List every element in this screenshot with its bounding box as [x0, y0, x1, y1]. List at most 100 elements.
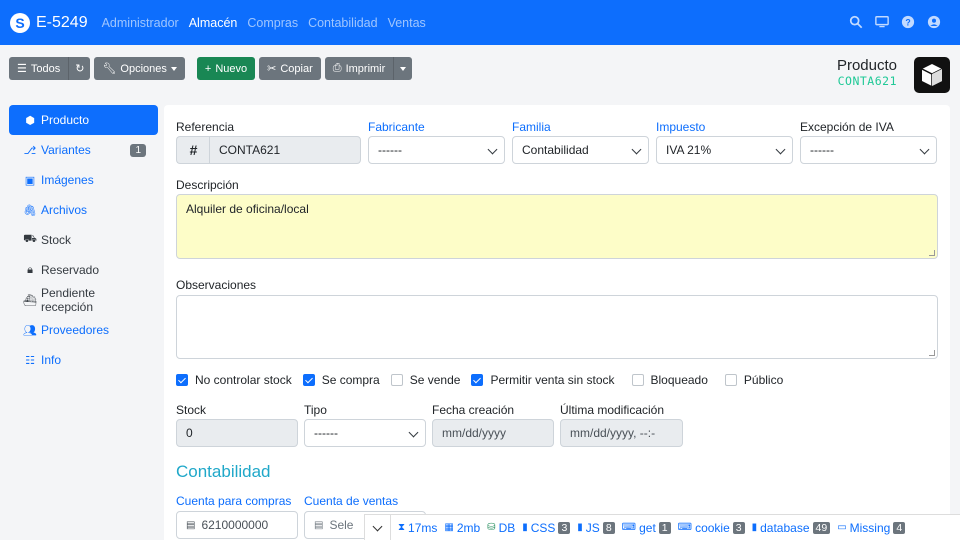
impuesto-select[interactable]: IVA 21%: [656, 136, 793, 164]
stock-input[interactable]: 0: [176, 419, 298, 447]
sidebar-item-label: Stock: [41, 233, 72, 247]
print-button[interactable]: ⎙ Imprimir: [324, 57, 394, 80]
debug-bar: ⧗ 17ms ▦ 2mb ⛁ DB ▮ CSS 3 ▮ JS 8 ⌨ get 1 ⌨ cookie 3…: [364, 514, 960, 540]
sidebar-item-pendiente-recepcion[interactable]: ⛴ Pendiente recepción: [9, 285, 158, 315]
familia-select[interactable]: Contabilidad: [512, 136, 649, 164]
print-dropdown-button[interactable]: [393, 57, 413, 80]
tipo-select[interactable]: ------: [304, 419, 426, 447]
referencia-input[interactable]: CONTA621: [209, 136, 361, 164]
debug-count: 8: [602, 521, 615, 534]
sidebar-item-producto[interactable]: ⬢ Producto: [9, 105, 158, 135]
descripcion-textarea[interactable]: Alquiler de oficina/local: [176, 194, 938, 259]
excepcion-iva-select[interactable]: ------: [800, 136, 937, 164]
debug-count: 4: [893, 521, 906, 534]
printer-icon: ⎙: [332, 62, 342, 74]
observaciones-textarea[interactable]: [176, 295, 938, 359]
nav-link-contabilidad[interactable]: Contabilidad: [308, 16, 378, 30]
checkbox-permitir-venta-sin-stock[interactable]: Permitir venta sin stock: [471, 373, 615, 387]
checkbox-label: Se vende: [409, 373, 461, 387]
debug-label: JS: [585, 520, 600, 535]
checkbox-box[interactable]: [631, 374, 644, 386]
checkbox-box[interactable]: [176, 374, 188, 386]
debug-item-db[interactable]: ⛁ DB: [487, 521, 515, 535]
debug-label: cookie: [695, 520, 730, 535]
users-icon: 👥︎: [23, 324, 37, 337]
wrench-icon: 🔧︎: [102, 63, 117, 75]
sidebar-item-info[interactable]: ☷ Info: [9, 345, 158, 375]
variants-icon: ⎇: [23, 144, 37, 157]
all-button[interactable]: ☰ Todos: [9, 57, 69, 80]
cuenta-ventas-label[interactable]: Cuenta de ventas: [304, 494, 398, 508]
cuenta-compras-select[interactable]: ▤ 6210000000: [176, 511, 298, 539]
checkbox-no-controlar-stock[interactable]: No controlar stock: [176, 373, 292, 387]
brand[interactable]: S E-5249: [10, 12, 88, 33]
help-icon[interactable]: ?: [900, 14, 916, 30]
debug-label: get: [639, 520, 656, 535]
copy-label: Copiar: [280, 62, 313, 75]
ultima-modificacion-label: Última modificación: [560, 403, 665, 417]
search-icon[interactable]: [848, 14, 864, 30]
debug-item-database[interactable]: ▮ database 49: [752, 521, 831, 535]
sidebar-item-stock[interactable]: ⛟ Stock: [9, 225, 158, 255]
checkbox-box[interactable]: [390, 374, 403, 386]
chevron-down-icon: [919, 144, 930, 155]
debug-item-time[interactable]: ⧗ 17ms: [398, 521, 437, 535]
debug-toggle-button[interactable]: [365, 514, 391, 540]
checkbox-bloqueado[interactable]: Bloqueado: [631, 373, 708, 387]
ultima-modificacion-input[interactable]: mm/dd/yyyy, --:-: [560, 419, 683, 447]
excepcion-iva-value: ------: [810, 143, 834, 157]
resize-handle[interactable]: [929, 250, 935, 256]
top-navbar: S E-5249 Administrador Almacén Compras C…: [0, 0, 960, 45]
chevron-down-icon: [408, 427, 419, 438]
hash-addon: #: [176, 136, 210, 164]
checkbox-box[interactable]: [302, 374, 315, 386]
images-icon: ▣: [24, 174, 36, 187]
sidebar-item-variantes[interactable]: ⎇ Variantes 1: [9, 135, 158, 165]
debug-count: 49: [812, 521, 831, 534]
toolbar: ☰ Todos ↻ 🔧︎ Opciones + Nuevo ✂ Copiar ⎙…: [9, 57, 413, 80]
cuenta-compras-label[interactable]: Cuenta para compras: [176, 494, 291, 508]
sidebar-item-reservado[interactable]: 🔒︎ Reservado: [9, 255, 158, 285]
checkbox-label: No controlar stock: [195, 373, 292, 387]
app-title: E-5249: [36, 13, 88, 31]
all-button-group: ☰ Todos ↻: [9, 57, 91, 80]
options-button[interactable]: 🔧︎ Opciones: [94, 57, 185, 80]
checkbox-publico[interactable]: Público: [724, 373, 783, 387]
checkbox-box[interactable]: [471, 374, 484, 386]
refresh-button[interactable]: ↻: [68, 57, 91, 80]
checkbox-box[interactable]: [724, 374, 737, 386]
copy-button[interactable]: ✂ Copiar: [259, 57, 321, 80]
fecha-creacion-input[interactable]: mm/dd/yyyy: [432, 419, 554, 447]
checkbox-se-vende[interactable]: Se vende: [390, 373, 461, 387]
nav-link-compras[interactable]: Compras: [247, 16, 298, 30]
caret-down-icon: [400, 66, 407, 71]
debug-item-js[interactable]: ▮ JS 8: [577, 520, 615, 535]
debug-item-memory[interactable]: ▦ 2mb: [444, 521, 480, 535]
new-button[interactable]: + Nuevo: [196, 57, 256, 80]
fabricante-label[interactable]: Fabricante: [368, 120, 425, 134]
debug-item-missing[interactable]: ▭ Missing 4: [837, 521, 906, 535]
fabricante-select[interactable]: ------: [368, 136, 505, 164]
debug-item-css[interactable]: ▮ CSS 3: [522, 521, 571, 535]
nav-link-administrador[interactable]: Administrador: [102, 16, 179, 30]
debug-item-get[interactable]: ⌨ get 1: [622, 521, 671, 535]
sidebar-item-archivos[interactable]: 🖇︎ Archivos: [9, 195, 158, 225]
impuesto-value: IVA 21%: [666, 143, 712, 157]
user-icon[interactable]: [926, 14, 942, 30]
sidebar-item-proveedores[interactable]: 👥︎ Proveedores: [9, 315, 158, 345]
checkbox-se-compra[interactable]: Se compra: [302, 373, 380, 387]
impuesto-label[interactable]: Impuesto: [656, 120, 705, 134]
screen-icon[interactable]: [874, 14, 890, 30]
debug-label: database: [760, 520, 810, 535]
familia-label[interactable]: Familia: [512, 120, 551, 134]
resize-handle[interactable]: [929, 350, 935, 356]
tipo-label: Tipo: [304, 403, 327, 417]
checkbox-label: Permitir venta sin stock: [490, 373, 615, 387]
cube-icon: [914, 57, 950, 93]
nav-link-ventas[interactable]: Ventas: [388, 16, 426, 30]
product-form: Referencia # CONTA621 Fabricante ------ …: [164, 105, 950, 540]
svg-text:?: ?: [905, 18, 910, 28]
sidebar-item-imagenes[interactable]: ▣ Imágenes: [9, 165, 158, 195]
nav-link-almacen[interactable]: Almacén: [189, 16, 238, 30]
debug-item-cookie[interactable]: ⌨ cookie 3: [678, 521, 745, 535]
